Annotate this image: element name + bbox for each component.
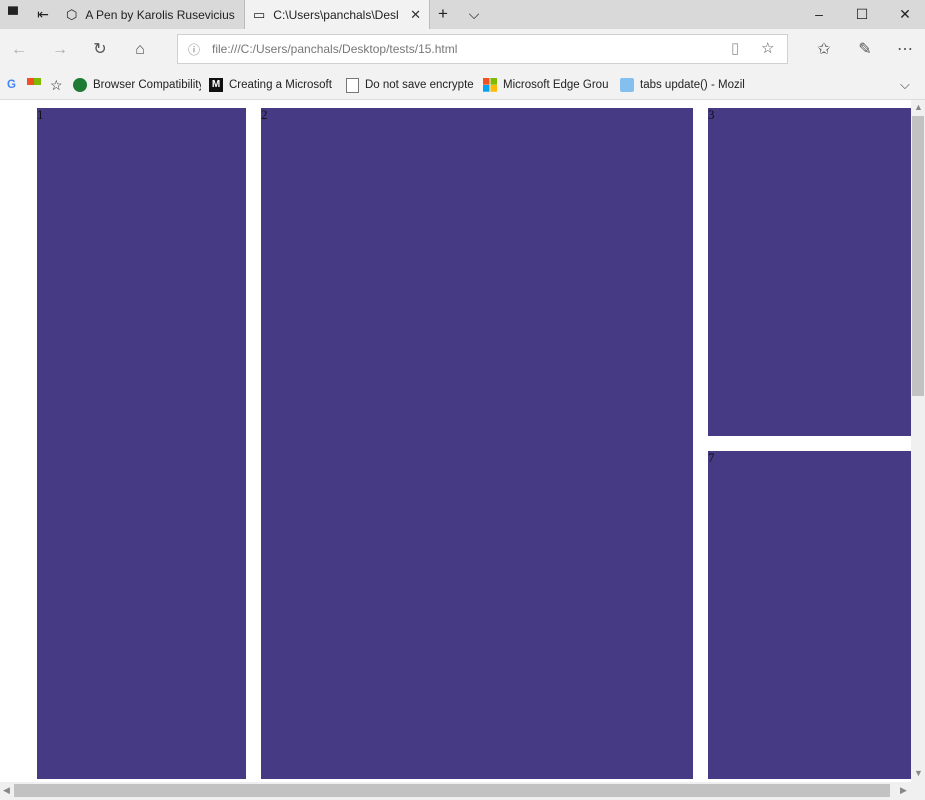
mdn-icon: [620, 78, 634, 92]
google-icon[interactable]: G: [7, 76, 16, 94]
address-bar[interactable]: ⓘ ▯ ☆: [177, 34, 788, 64]
ms-apps-icon[interactable]: [27, 76, 41, 94]
page-content: 1 2 3 7: [0, 100, 911, 782]
tab-actions-icon[interactable]: ▀: [4, 5, 22, 23]
grid-box-2: 2: [261, 108, 693, 779]
home-icon[interactable]: ⌂: [128, 38, 152, 62]
maximize-icon[interactable]: ☐: [840, 0, 884, 29]
page-icon: ▭: [253, 6, 266, 22]
favorite-label: Creating a Microsoft: [229, 79, 332, 91]
scroll-left-arrow-icon[interactable]: ◀: [3, 785, 10, 796]
favorites-hub-icon[interactable]: ✩: [812, 38, 836, 62]
check-circle-icon: [73, 78, 87, 92]
close-tab-icon[interactable]: ✕: [410, 7, 421, 23]
back-arrow-icon[interactable]: ←: [7, 38, 31, 62]
refresh-icon[interactable]: ↻: [88, 38, 112, 62]
box-label: 1: [37, 107, 44, 122]
box-label: 2: [261, 107, 268, 122]
tab-local-file[interactable]: ▭ C:\Users\panchals\Desk ✕: [244, 0, 430, 29]
close-window-icon[interactable]: ✕: [883, 0, 925, 29]
favorite-do-not-save[interactable]: Do not save encrypte: [346, 76, 474, 94]
favorite-tabs-update[interactable]: tabs update() - Mozil: [620, 76, 748, 94]
tab-list-chevron-icon[interactable]: ⌵: [465, 5, 483, 23]
set-tabs-aside-icon[interactable]: ⇤: [34, 5, 52, 23]
favorite-star-icon[interactable]: ☆: [761, 39, 774, 57]
favorites-bar: G ☆ Browser Compatibility M Creating a M…: [0, 70, 925, 100]
horizontal-scroll-thumb[interactable]: [14, 784, 890, 797]
scroll-down-arrow-icon[interactable]: ▼: [914, 768, 923, 778]
windows-logo-icon: [483, 78, 497, 92]
tab-title: C:\Users\panchals\Desk: [273, 7, 399, 22]
forward-arrow-icon[interactable]: →: [48, 38, 72, 62]
tab-codepen[interactable]: ⬡ A Pen by Karolis Rusevicius: [58, 0, 244, 29]
document-icon: [346, 77, 359, 93]
vertical-scroll-thumb[interactable]: [912, 116, 924, 396]
new-tab-icon[interactable]: +: [434, 5, 452, 23]
box-label: 3: [708, 107, 715, 122]
minimize-icon[interactable]: –: [797, 0, 841, 29]
web-note-pen-icon[interactable]: ✎: [853, 38, 877, 62]
grid-box-7: 7: [708, 451, 911, 779]
horizontal-scrollbar[interactable]: ◀ ▶: [0, 782, 925, 800]
vertical-scrollbar[interactable]: ▲ ▼: [911, 100, 925, 782]
m-logo-icon: M: [209, 78, 223, 92]
grid-box-3: 3: [708, 108, 911, 436]
tab-title: A Pen by Karolis Rusevicius: [85, 7, 235, 22]
favorite-label: tabs update() - Mozil: [640, 79, 745, 91]
info-icon[interactable]: ⓘ: [188, 41, 200, 58]
navigation-bar: ← → ↻ ⌂ ⓘ ▯ ☆ ✩ ✎ ⋯: [0, 29, 925, 70]
favorite-browser-compatibility[interactable]: Browser Compatibility: [73, 76, 201, 94]
url-input[interactable]: [212, 40, 712, 58]
favorite-edge-group[interactable]: Microsoft Edge Grou: [483, 76, 611, 94]
more-menu-icon[interactable]: ⋯: [893, 38, 917, 62]
tab-bar: ▀ ⇤ ⬡ A Pen by Karolis Rusevicius ▭ C:\U…: [0, 0, 925, 29]
favorites-overflow-chevron-icon[interactable]: ⌵: [900, 76, 910, 94]
grid-box-1: 1: [37, 108, 246, 779]
scroll-right-arrow-icon[interactable]: ▶: [900, 785, 907, 796]
favorite-label: Do not save encrypte: [365, 79, 474, 91]
favorite-label: Browser Compatibility: [93, 79, 201, 91]
codepen-icon: ⬡: [66, 6, 78, 22]
favorites-star-icon[interactable]: ☆: [50, 76, 63, 94]
reading-view-icon[interactable]: ▯: [731, 39, 739, 57]
favorite-label: Microsoft Edge Grou: [503, 79, 609, 91]
scroll-up-arrow-icon[interactable]: ▲: [914, 102, 923, 112]
box-label: 7: [708, 450, 715, 465]
favorite-creating-microsoft[interactable]: M Creating a Microsoft: [209, 76, 335, 94]
